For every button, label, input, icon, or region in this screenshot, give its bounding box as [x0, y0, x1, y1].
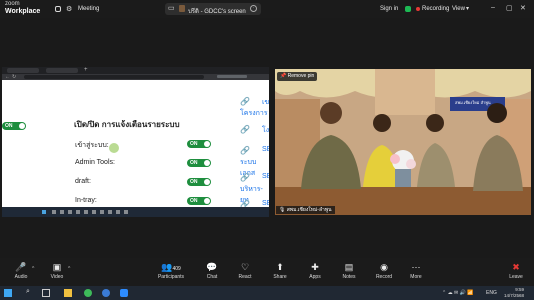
shared-taskbar: [2, 207, 269, 217]
info-icon[interactable]: [55, 6, 61, 12]
apps-button[interactable]: ✚ Apps: [300, 260, 330, 280]
link-text[interactable]: โครงการ: [240, 108, 268, 119]
close-icon[interactable]: ✕: [520, 4, 526, 12]
room-banner: สพม.เชียงใหม่ ลำพูน: [455, 100, 491, 105]
zoom-top-bar: zoom Workplace ⚙ Meeting ▭ ปรีดิ - GDCC'…: [0, 0, 534, 18]
leave-button[interactable]: ✖ Leave: [501, 260, 531, 280]
share-button[interactable]: ⬆ Share: [265, 260, 295, 280]
remove-pin-button[interactable]: 📌 Remove pin: [277, 72, 318, 81]
clock[interactable]: 9:59 14/7/2568: [504, 287, 524, 299]
security-shield-icon[interactable]: [405, 6, 411, 12]
task-view-icon[interactable]: [42, 289, 50, 297]
notes-icon: ▤: [344, 262, 354, 272]
link-icon: 🔗: [240, 146, 250, 155]
apps-icon: ✚: [311, 262, 319, 272]
share-title: ปรีดิ - GDCC's screen: [188, 9, 246, 15]
more-button[interactable]: ⋯ More: [401, 260, 431, 280]
meeting-controls: 🎤 Audio ^ ▣ Video ^ 👥409 Participants 💬 …: [0, 258, 534, 286]
windows-start-icon[interactable]: [4, 289, 12, 297]
setting-label-admin-tools: Admin Tools:: [75, 159, 115, 166]
page-heading: เปิด/ปิด การแจ้งเตือนรายระบบ: [74, 120, 180, 129]
sign-in-button[interactable]: Sign in: [380, 6, 398, 12]
leave-icon: ✖: [512, 262, 520, 272]
browser-extensions[interactable]: [217, 75, 247, 78]
mic-icon: 🎙: [279, 207, 286, 213]
chrome-icon[interactable]: [84, 289, 92, 297]
maximize-icon[interactable]: ▢: [506, 4, 513, 12]
zoom-app-icon[interactable]: [120, 289, 128, 297]
browser-tab[interactable]: [46, 68, 78, 73]
shared-screen: + ← ↻ ON เปิด/ปิด การแจ้งเตือนรายระบบ เข…: [2, 67, 269, 217]
start-icon[interactable]: [42, 210, 46, 214]
link-icon: 🔗: [240, 125, 250, 134]
cursor-highlight: [109, 143, 119, 153]
presenter-avatar: [179, 5, 185, 12]
link-text[interactable]: SE: [262, 173, 269, 180]
pinned-video: สพม.เชียงใหม่ ลำพูน 📌 Remove pin 🎙 สพม.เ…: [275, 69, 531, 215]
participants-icon: 👥409: [161, 262, 181, 272]
recording-dot-icon: [416, 7, 420, 11]
edge-icon[interactable]: [102, 289, 110, 297]
notification-settings-page: ON เปิด/ปิด การแจ้งเตือนรายระบบ เข้าสู่ร…: [2, 80, 269, 212]
more-options-icon[interactable]: ·: [250, 5, 257, 12]
record-button[interactable]: ◉ Record: [369, 260, 399, 280]
system-tray-icons[interactable]: ⌃ ☁ ✉ 🔊 📶: [442, 290, 473, 296]
participant-name-tag: 🎙 สพม.เชียงใหม่-ลำพูน: [276, 206, 335, 214]
taskbar-apps[interactable]: [52, 210, 132, 214]
search-icon[interactable]: ⌕: [26, 288, 30, 296]
minimize-icon[interactable]: –: [491, 4, 495, 11]
windows-taskbar: ⌕ ⌃ ☁ ✉ 🔊 📶 ENG 9:59 14/7/2568: [0, 286, 534, 300]
toggle-draft[interactable]: ON: [187, 178, 211, 186]
react-button[interactable]: ♡ React: [230, 260, 260, 280]
chevron-down-icon[interactable]: ▾: [466, 5, 469, 12]
file-explorer-icon[interactable]: [64, 289, 72, 297]
setting-label-in-tray: In-tray:: [75, 197, 97, 204]
toggle-in-tray[interactable]: ON: [187, 197, 211, 205]
link-icon: 🔗: [240, 173, 250, 182]
video-scene: [275, 69, 531, 215]
record-icon: ◉: [380, 262, 388, 272]
zoom-workplace-logo: zoom Workplace: [5, 1, 41, 15]
recording-status[interactable]: Recording: [422, 6, 449, 12]
share-screen-icon: ⬆: [276, 262, 284, 272]
browser-tab-strip: +: [2, 67, 269, 74]
link-icon: 🔗: [240, 97, 250, 106]
heart-icon: ♡: [240, 262, 250, 272]
address-bar[interactable]: [24, 75, 204, 79]
screen-share-pill[interactable]: ▭ ปรีดิ - GDCC's screen ·: [165, 3, 261, 15]
meeting-label[interactable]: Meeting: [78, 6, 99, 12]
toggle-admin-tools[interactable]: ON: [187, 159, 211, 167]
language-indicator[interactable]: ENG: [486, 290, 497, 296]
setting-label-login: เข้าสู่ระบบ:: [75, 142, 109, 149]
toggle-login[interactable]: ON: [187, 140, 211, 148]
screen-icon: ▭: [168, 5, 175, 12]
notes-button[interactable]: ▤ Notes: [334, 260, 364, 280]
chevron-up-icon[interactable]: ^: [68, 266, 70, 272]
setting-label-draft: draft:: [75, 178, 91, 185]
chat-icon: 💬: [206, 262, 218, 272]
global-on-toggle[interactable]: ON: [2, 122, 26, 130]
new-tab-icon[interactable]: +: [84, 67, 88, 73]
chat-button[interactable]: 💬 Chat: [197, 260, 227, 280]
ellipsis-icon: ⋯: [411, 262, 421, 272]
browser-tab[interactable]: [7, 68, 39, 73]
link-text[interactable]: เข: [262, 97, 269, 108]
view-button[interactable]: View: [452, 6, 465, 12]
chevron-up-icon[interactable]: ^: [32, 266, 34, 272]
gear-icon[interactable]: ⚙: [66, 5, 72, 13]
link-text[interactable]: SE: [262, 146, 269, 153]
link-text[interactable]: SE: [262, 200, 269, 207]
pin-icon: 📌: [280, 73, 287, 79]
link-text[interactable]: โง: [262, 125, 269, 136]
participants-button[interactable]: 👥409 Participants: [154, 260, 188, 280]
